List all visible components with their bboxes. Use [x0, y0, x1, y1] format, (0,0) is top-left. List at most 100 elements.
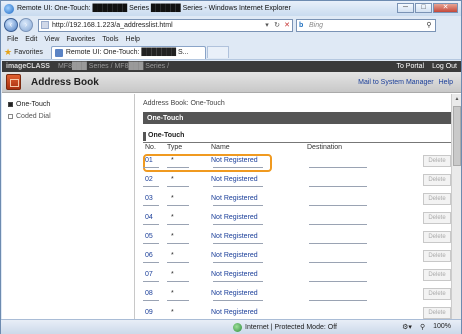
row-name-link[interactable]: Not Registered	[211, 214, 307, 221]
delete-button[interactable]: Delete	[423, 306, 451, 319]
forward-button[interactable]: ›	[19, 18, 33, 32]
row-underline	[143, 262, 159, 263]
url-text: http://192.168.1.223/a_addresslist.html	[52, 21, 173, 29]
scroll-thumb[interactable]	[453, 106, 461, 166]
sidebar-item-label: Coded Dial	[16, 112, 51, 120]
protected-mode-icon[interactable]: ⚙▾	[402, 323, 412, 331]
help-link[interactable]: Help	[439, 79, 453, 86]
row-name-link[interactable]: Not Registered	[211, 195, 307, 202]
delete-button[interactable]: Delete	[423, 192, 451, 205]
browser-tab[interactable]: Remote UI: One-Touch: ███████ S...	[50, 45, 206, 59]
menu-favorites[interactable]: Favorites	[66, 36, 95, 43]
dropdown-arrow-icon[interactable]: ▾	[262, 21, 272, 29]
row-underline	[213, 224, 263, 225]
row-number: 05	[145, 233, 153, 240]
scroll-up-icon[interactable]: ▲	[452, 94, 461, 104]
sidebar-item-label: One-Touch	[16, 100, 51, 108]
row-name-link[interactable]: Not Registered	[211, 309, 307, 316]
stop-icon[interactable]: ✕	[282, 21, 292, 29]
mail-to-system-manager-link[interactable]: Mail to System Manager	[358, 79, 433, 86]
row-number: 01	[145, 157, 153, 164]
delete-button[interactable]: Delete	[423, 154, 451, 167]
restore-button[interactable]: □	[415, 3, 432, 13]
column-header-no: No.	[145, 143, 156, 151]
sidebar-item-one-touch[interactable]: One-Touch	[2, 98, 134, 110]
row-number: 03	[145, 195, 153, 202]
delete-button[interactable]: Delete	[423, 173, 451, 186]
row-underline	[143, 243, 159, 244]
delete-button[interactable]: Delete	[423, 249, 451, 262]
browser-window: Remote UI: One-Touch: ███████ Series ███…	[0, 0, 462, 334]
vertical-scrollbar[interactable]: ▲	[451, 94, 461, 319]
zoom-icon: ⚲	[419, 324, 426, 331]
favorites-button[interactable]: ★ Favorites	[4, 47, 43, 58]
row-name-link[interactable]: Not Registered	[211, 271, 307, 278]
row-underline	[167, 262, 189, 263]
to-portal-link[interactable]: To Portal	[396, 63, 424, 70]
url-field[interactable]: http://192.168.1.223/a_addresslist.html …	[38, 18, 293, 32]
zone-text: Internet | Protected Mode: Off	[245, 323, 337, 331]
delete-button[interactable]: Delete	[423, 287, 451, 300]
row-underline	[167, 167, 189, 168]
window-title: Remote UI: One-Touch: ███████ Series ███…	[17, 5, 291, 12]
delete-button[interactable]: Delete	[423, 230, 451, 243]
delete-button[interactable]: Delete	[423, 268, 451, 281]
row-underline	[309, 300, 367, 301]
close-button[interactable]: ✕	[433, 3, 458, 13]
row-underline	[143, 300, 159, 301]
security-zone[interactable]: Internet | Protected Mode: Off	[233, 322, 337, 332]
column-header-destination: Destination	[307, 143, 343, 151]
star-icon: ★	[4, 46, 13, 57]
table-row: 02 * Not Registered Delete	[143, 170, 451, 189]
table-row: 04 * Not Registered Delete	[143, 208, 451, 227]
row-underline	[213, 205, 263, 206]
row-type: *	[171, 309, 174, 316]
menu-file[interactable]: File	[7, 36, 18, 43]
row-name-link[interactable]: Not Registered	[211, 176, 307, 183]
model-name: imageCLASS MF8███ Series / MF8███ Series …	[6, 63, 170, 70]
globe-icon	[233, 322, 242, 332]
search-icon[interactable]: ⚲	[423, 21, 435, 29]
back-button[interactable]: ‹	[4, 18, 18, 32]
sidebar-item-coded-dial[interactable]: Coded Dial	[2, 110, 134, 122]
series-name: MF8███ Series / MF8███ Series /	[57, 63, 170, 70]
row-name-link[interactable]: Not Registered	[211, 233, 307, 240]
row-underline	[309, 262, 367, 263]
page-content: imageCLASS MF8███ Series / MF8███ Series …	[2, 61, 461, 319]
refresh-icon[interactable]: ↻	[272, 21, 282, 29]
status-bar: Internet | Protected Mode: Off ⚙▾ ⚲ 100%	[1, 319, 461, 334]
column-header-name: Name	[211, 143, 230, 151]
row-name-link[interactable]: Not Registered	[211, 252, 307, 259]
zoom-level: 100%	[433, 323, 451, 330]
row-underline	[143, 281, 159, 282]
favorites-bar: ★ Favorites Remote UI: One-Touch: ██████…	[1, 45, 461, 60]
table-row: 01 * Not Registered Delete	[143, 151, 451, 172]
row-number: 02	[145, 176, 153, 183]
row-underline	[167, 186, 189, 187]
menu-tools[interactable]: Tools	[102, 36, 118, 43]
minimize-button[interactable]: ─	[397, 3, 414, 13]
search-field[interactable]: b Bing ⚲	[296, 18, 436, 32]
row-number: 07	[145, 271, 153, 278]
tab-title: Remote UI: One-Touch: ███████ S...	[65, 49, 189, 56]
row-underline	[213, 243, 263, 244]
row-type: *	[171, 271, 174, 278]
favorites-label: Favorites	[14, 48, 43, 56]
new-tab-button[interactable]	[206, 46, 229, 58]
row-underline	[143, 186, 159, 187]
menu-view[interactable]: View	[44, 36, 59, 43]
zoom-control[interactable]: ⚙▾ ⚲ 100%	[402, 323, 451, 331]
ie-logo-icon	[4, 3, 14, 14]
log-out-link[interactable]: Log Out	[432, 63, 457, 70]
table-header: No. Type Name Destination	[143, 143, 451, 151]
row-name-link[interactable]: Not Registered	[211, 290, 307, 297]
row-number: 06	[145, 252, 153, 259]
sidebar: One-Touch Coded Dial	[2, 94, 135, 319]
row-type: *	[171, 290, 174, 297]
delete-button[interactable]: Delete	[423, 211, 451, 224]
row-name-link[interactable]: Not Registered	[211, 157, 307, 164]
column-header-type: Type	[167, 143, 183, 151]
row-underline	[167, 224, 189, 225]
menu-help[interactable]: Help	[126, 36, 140, 43]
menu-edit[interactable]: Edit	[25, 36, 37, 43]
